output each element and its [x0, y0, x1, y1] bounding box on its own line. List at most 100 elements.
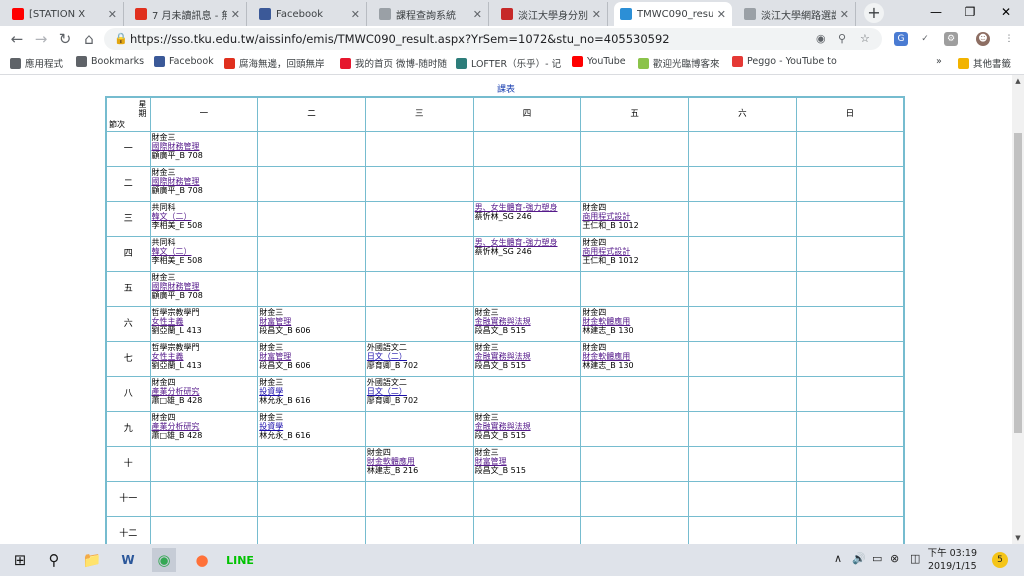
course-link[interactable]: 投資學	[259, 422, 364, 431]
course-link[interactable]: 財金軟體應用	[582, 317, 687, 326]
tab-title: 課程查詢系統	[396, 10, 456, 22]
course-link[interactable]: 財富管理	[259, 317, 364, 326]
bookmark-item[interactable]: Peggo - YouTube to	[732, 56, 837, 67]
course-link[interactable]: 產業分析研究	[152, 387, 257, 396]
course-link[interactable]: 男、女生體育-強力塑身	[475, 238, 580, 247]
tab-6[interactable]: TMWC090_result ✕	[614, 2, 732, 26]
tab-2[interactable]: 7 月未讀訊息 - 無 ✕	[129, 2, 247, 26]
bookmark-item[interactable]: 其他書籤	[958, 56, 1011, 70]
check-extension-icon[interactable]: ✓	[918, 32, 932, 46]
ime-icon[interactable]: ◫	[910, 552, 920, 565]
course-link[interactable]: 金融實務與法規	[475, 422, 580, 431]
course-link[interactable]: 女性主義	[152, 317, 257, 326]
reload-icon[interactable]: ↻	[56, 30, 74, 48]
course-department: 財金三	[259, 378, 284, 387]
course-link[interactable]: 日文（二）	[367, 387, 472, 396]
schedule-cell: 哲學宗教學門 女性主義 劉亞蘭_L 413	[149, 306, 259, 342]
scroll-up-icon[interactable]: ▲	[1012, 75, 1024, 87]
close-window-icon[interactable]: ✕	[988, 0, 1024, 24]
search-icon[interactable]: ⚲	[42, 548, 66, 572]
course-link[interactable]: 財富管理	[259, 352, 364, 361]
scroll-thumb[interactable]	[1014, 133, 1022, 433]
forward-icon[interactable]: →	[32, 30, 50, 48]
cookie-blocked-icon[interactable]: ◉	[816, 28, 826, 50]
course-link[interactable]: 金融實務與法規	[475, 317, 580, 326]
volume-icon[interactable]: 🔊	[852, 552, 866, 565]
course-link[interactable]: 財金軟體應用	[367, 457, 472, 466]
course-link[interactable]: 國際財務管理	[152, 142, 257, 151]
tab-5[interactable]: 淡江大學身分別-我 ✕	[495, 2, 608, 26]
bookmark-item[interactable]: 歡迎光臨博客來	[638, 56, 720, 70]
course-link[interactable]: 女性主義	[152, 352, 257, 361]
tab-close-icon[interactable]: ✕	[231, 8, 240, 21]
tab-4[interactable]: 課程查詢系統 ✕	[373, 2, 489, 26]
course-link[interactable]: 男、女生體育-強力塑身	[475, 203, 580, 212]
course-link[interactable]: 國際財務管理	[152, 177, 257, 186]
file-explorer-icon[interactable]: 📁	[80, 548, 104, 572]
battery-icon[interactable]: ▭	[872, 552, 882, 565]
new-tab-button[interactable]: +	[864, 3, 884, 23]
schedule-table: 星期 節次 一二三四五六日 一財金三 國際財務管理 顧廣平_B 708 二財金三 國際財…	[105, 96, 905, 544]
course-link[interactable]: 金融實務與法規	[475, 352, 580, 361]
home-icon[interactable]: ⌂	[80, 30, 98, 48]
tab-3[interactable]: Facebook ✕	[253, 2, 367, 26]
course-link[interactable]: 商用程式設計	[582, 212, 687, 221]
tab-1[interactable]: [STATION X ✕	[6, 2, 124, 26]
lock-icon[interactable]: 🔒	[114, 28, 128, 50]
back-icon[interactable]: ←	[8, 30, 26, 48]
page-scrollbar[interactable]: ▲ ▼	[1012, 75, 1024, 544]
bookmark-star-icon[interactable]: ☆	[860, 28, 870, 50]
course-teacher-room: 蔡忻林_SG 246	[474, 212, 532, 221]
zoom-icon[interactable]: ⚲	[838, 28, 846, 50]
menu-icon[interactable]: ⋮	[1002, 32, 1016, 46]
notification-badge[interactable]: 5	[992, 552, 1008, 568]
course-link[interactable]: 財富管理	[475, 457, 580, 466]
course-link[interactable]: 韓文（二）	[152, 212, 257, 221]
course-link[interactable]: 韓文（二）	[152, 247, 257, 256]
scroll-down-icon[interactable]: ▼	[1012, 532, 1024, 544]
tab-close-icon[interactable]: ✕	[108, 8, 117, 21]
course-link[interactable]: 財金軟體應用	[582, 352, 687, 361]
schedule-cell: 財金四 財金軟體應用 林建志_B 130	[580, 306, 690, 342]
tab-close-icon[interactable]: ✕	[473, 8, 482, 21]
profile-avatar[interactable]: ☻	[976, 32, 990, 46]
tab-close-icon[interactable]: ✕	[351, 8, 360, 21]
course-link[interactable]: 商用程式設計	[582, 247, 687, 256]
firefox-icon[interactable]: ●	[190, 548, 214, 572]
clock-date: 2019/1/15	[927, 561, 977, 572]
tray-chevron-icon[interactable]: ∧	[834, 552, 842, 565]
tab-close-icon[interactable]: ✕	[717, 8, 726, 21]
tab-close-icon[interactable]: ✕	[840, 8, 849, 21]
minimize-icon[interactable]: —	[918, 0, 954, 24]
course-link[interactable]: 國際財務管理	[152, 282, 257, 291]
course-teacher-room: 廖育卿_B 702	[366, 361, 419, 370]
period-label: 四	[105, 236, 151, 272]
translate-extension-icon[interactable]: G	[894, 32, 908, 46]
schedule-cell	[688, 376, 797, 412]
extension-icon[interactable]: ⚙	[944, 32, 958, 46]
bookmark-item[interactable]: 腐海無邊，回頭無岸	[224, 56, 325, 70]
network-icon[interactable]: ⊗	[890, 552, 899, 565]
course-link[interactable]: 日文（二）	[367, 352, 472, 361]
address-bar[interactable]: 🔒 https://sso.tku.edu.tw/aissinfo/emis/T…	[104, 28, 882, 50]
course-link[interactable]: 產業分析研究	[152, 422, 257, 431]
schedule-cell	[364, 306, 474, 342]
schedule-cell	[257, 201, 366, 237]
bookmark-item[interactable]: Facebook	[154, 56, 214, 67]
course-link[interactable]: 投資學	[259, 387, 364, 396]
bookmark-item[interactable]: LOFTER（乐乎）- 记	[456, 56, 561, 70]
tab-close-icon[interactable]: ✕	[592, 8, 601, 21]
bookmark-item[interactable]: YouTube	[572, 56, 626, 67]
line-icon[interactable]: LINE	[226, 548, 254, 572]
bookmarks-overflow-icon[interactable]: »	[936, 56, 942, 67]
word-icon[interactable]: W	[116, 548, 140, 572]
period-row: 十財金四 財金軟體應用 林建志_B 216 財金三 財富管理 段昌文_B 515	[105, 446, 905, 482]
bookmark-item[interactable]: 應用程式	[10, 56, 63, 70]
maximize-icon[interactable]: ❐	[952, 0, 988, 24]
chrome-icon[interactable]: ◉	[152, 548, 176, 572]
bookmark-item[interactable]: 我的首页 微博-随时随	[340, 56, 447, 70]
taskbar-clock[interactable]: 下午 03:19 2019/1/15	[928, 547, 977, 573]
windows-start-icon[interactable]: ⊞	[8, 548, 32, 572]
bookmark-item[interactable]: Bookmarks	[76, 56, 144, 67]
tab-7[interactable]: 淡江大學網路選課 ✕	[738, 2, 856, 26]
